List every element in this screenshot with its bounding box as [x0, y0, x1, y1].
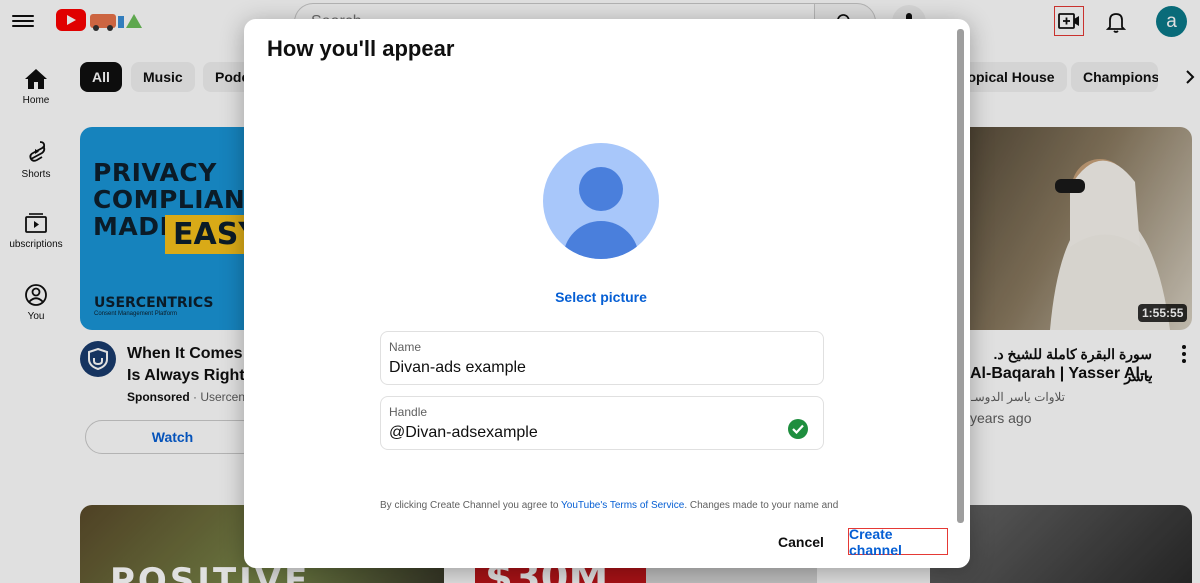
- create-channel-button[interactable]: Create channel: [848, 526, 948, 558]
- dialog-title: How you'll appear: [267, 36, 455, 61]
- handle-field[interactable]: Handle @Divan-adsexample: [380, 396, 824, 450]
- avatar-head-icon: [579, 167, 623, 211]
- name-field[interactable]: Name Divan-ads example: [380, 331, 824, 385]
- profile-picture[interactable]: [543, 143, 659, 259]
- select-picture-link[interactable]: Select picture: [244, 289, 958, 305]
- terms-text: By clicking Create Channel you agree to …: [380, 500, 839, 511]
- cancel-button[interactable]: Cancel: [766, 528, 836, 556]
- check-circle-icon: [788, 419, 808, 439]
- terms-link[interactable]: YouTube's Terms of Service: [561, 500, 684, 511]
- name-label: Name: [389, 340, 422, 354]
- create-channel-dialog: How you'll appear Select picture Name Di…: [244, 19, 970, 568]
- avatar-body-icon: [563, 221, 639, 259]
- name-input[interactable]: Divan-ads example: [389, 359, 815, 377]
- dialog-scrollbar[interactable]: [957, 29, 964, 523]
- handle-label: Handle: [389, 405, 428, 419]
- handle-input[interactable]: @Divan-adsexample: [389, 424, 815, 442]
